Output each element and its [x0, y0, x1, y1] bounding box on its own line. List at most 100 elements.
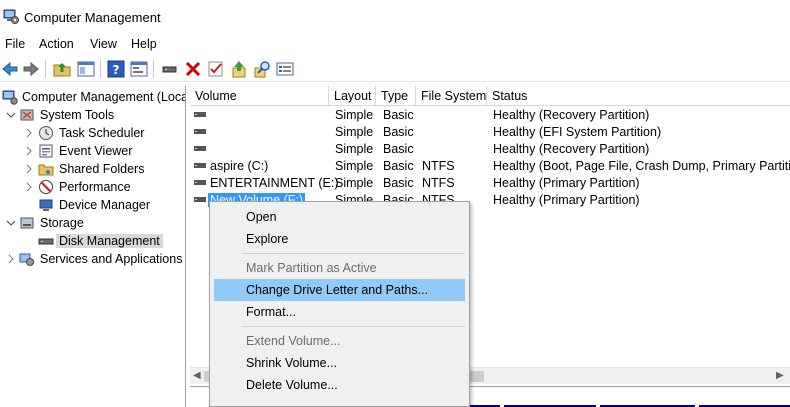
menu-item-open[interactable]: Open [214, 206, 465, 228]
chevron-right-icon[interactable] [24, 145, 34, 157]
chevron-down-icon[interactable] [6, 109, 16, 121]
tree-label: Event Viewer [59, 144, 133, 158]
table-row[interactable]: aspire (C:) Simple Basic NTFS Healthy (B… [190, 157, 790, 174]
menu-item-change-drive-letter[interactable]: Change Drive Letter and Paths... [214, 279, 465, 301]
navigation-tree: Computer Management (Local System Tools … [0, 86, 186, 407]
cell-status: Healthy (Primary Partition) [493, 193, 640, 207]
cell-layout: Simple [335, 159, 374, 173]
computer-management-icon [2, 90, 18, 105]
check-icon[interactable] [206, 59, 226, 79]
menu-item-format[interactable]: Format... [214, 301, 465, 323]
menu-item-explore[interactable]: Explore [214, 228, 465, 250]
svg-text:?: ? [113, 63, 120, 77]
menu-item-label: Format... [246, 305, 297, 319]
menu-item-label: Explore [246, 232, 289, 246]
cell-status: Healthy (Recovery Partition) [493, 108, 650, 122]
chevron-right-icon[interactable] [24, 127, 34, 139]
cell-type: Basic [383, 108, 414, 122]
cell-layout: Simple [335, 142, 374, 156]
show-hide-tree-icon[interactable] [76, 59, 96, 79]
cell-status: Healthy (EFI System Partition) [493, 125, 662, 139]
table-row[interactable]: Simple Basic Healthy (EFI System Partiti… [190, 123, 790, 140]
help-icon[interactable]: ? [106, 59, 126, 79]
volume-icon [194, 129, 206, 134]
menu-item-extend-volume: Extend Volume... [214, 330, 465, 352]
performance-icon [39, 180, 53, 194]
menu-item-mark-active: Mark Partition as Active [214, 257, 465, 279]
chevron-right-icon[interactable] [6, 253, 16, 265]
search-icon[interactable] [252, 59, 272, 79]
column-header-layout[interactable]: Layout [329, 86, 376, 106]
column-header-status[interactable]: Status [487, 86, 790, 106]
table-row[interactable]: ENTERTAINMENT (E:) Simple Basic NTFS Hea… [190, 174, 790, 191]
cell-status: Healthy (Boot, Page File, Crash Dump, Pr… [493, 159, 790, 173]
cell-layout: Simple [335, 176, 374, 190]
menu-item-label: Open [246, 210, 277, 224]
menu-action[interactable]: Action [39, 37, 74, 51]
chevron-right-icon[interactable] [24, 181, 34, 193]
tree-label: Device Manager [59, 198, 151, 212]
shared-folder-icon [38, 164, 54, 176]
menu-item-delete-volume[interactable]: Delete Volume... [214, 374, 465, 396]
tree-label: Storage [40, 216, 84, 230]
volume-icon [194, 180, 206, 185]
menu-item-label: Mark Partition as Active [246, 261, 377, 275]
menu-item-label: Extend Volume... [246, 334, 341, 348]
column-header-file-system[interactable]: File System [416, 86, 487, 106]
cell-file-system: NTFS [422, 176, 455, 190]
tree-label: Computer Management (Local [22, 90, 186, 104]
tree-label: Services and Applications [40, 252, 183, 266]
menu-item-label: Delete Volume... [246, 378, 338, 392]
tree-label: System Tools [40, 108, 115, 122]
volume-icon [194, 112, 206, 117]
cell-volume: aspire (C:) [210, 159, 269, 173]
services-icon [19, 253, 34, 266]
computer-management-icon [3, 9, 19, 24]
table-row[interactable]: Simple Basic Healthy (Recovery Partition… [190, 140, 790, 157]
cell-layout: Simple [335, 108, 374, 122]
column-header-type[interactable]: Type [376, 86, 416, 106]
chevron-down-icon[interactable] [6, 217, 16, 229]
chevron-right-icon[interactable] [24, 163, 34, 175]
menu-view[interactable]: View [90, 37, 117, 51]
menu-help[interactable]: Help [131, 37, 157, 51]
cell-type: Basic [383, 159, 414, 173]
cell-file-system: NTFS [422, 159, 455, 173]
tree-label: Task Scheduler [59, 126, 145, 140]
cell-layout: Simple [335, 125, 374, 139]
storage-icon [20, 217, 34, 229]
disk-management-icon [38, 238, 54, 245]
back-arrow-icon[interactable] [0, 59, 20, 79]
forward-arrow-icon[interactable] [21, 59, 41, 79]
menu-bar: File Action View Help [0, 34, 790, 54]
scroll-right-icon[interactable]: ▶ [776, 370, 784, 381]
system-tools-icon [20, 109, 34, 121]
volume-icon [194, 197, 206, 202]
properties-icon[interactable] [129, 59, 149, 79]
tree-label: Performance [59, 180, 131, 194]
window-title: Computer Management [24, 10, 161, 25]
column-header-volume[interactable]: Volume [190, 86, 329, 106]
export-icon[interactable] [229, 59, 249, 79]
title-bar: Computer Management [0, 0, 790, 34]
menu-item-label: Change Drive Letter and Paths... [246, 283, 429, 297]
volume-icon [194, 163, 206, 168]
table-row[interactable]: Simple Basic Healthy (Recovery Partition… [190, 106, 790, 123]
menu-file[interactable]: File [5, 37, 25, 51]
delete-icon[interactable] [183, 59, 203, 79]
view-list-icon[interactable] [275, 59, 295, 79]
tree-label: Disk Management [56, 234, 163, 248]
cell-status: Healthy (Recovery Partition) [493, 142, 650, 156]
menu-item-shrink-volume[interactable]: Shrink Volume... [214, 352, 465, 374]
tree-label: Shared Folders [59, 162, 145, 176]
cell-status: Healthy (Primary Partition) [493, 176, 640, 190]
cell-volume: ENTERTAINMENT (E:) [210, 176, 339, 190]
volume-icon [194, 146, 206, 151]
menu-separator [242, 253, 465, 254]
menu-separator [242, 326, 465, 327]
up-folder-icon[interactable] [52, 59, 72, 79]
scroll-left-icon[interactable]: ◀ [193, 370, 201, 381]
connect-icon[interactable] [160, 59, 180, 79]
event-viewer-icon [39, 144, 53, 158]
cell-type: Basic [383, 125, 414, 139]
